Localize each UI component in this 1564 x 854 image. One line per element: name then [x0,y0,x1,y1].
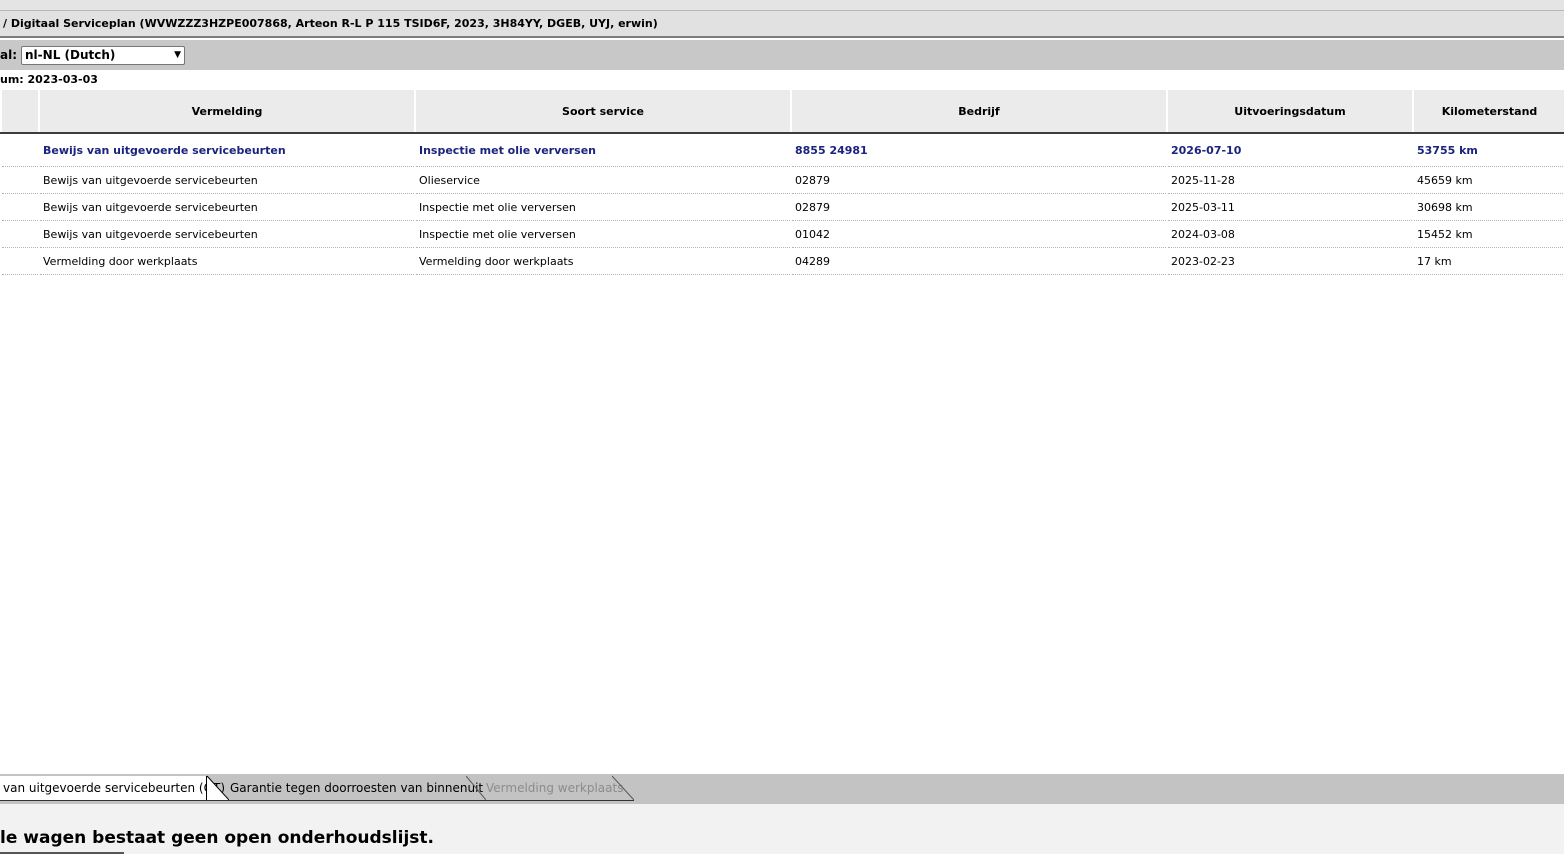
cell-soort-service: Vermelding door werkplaats [415,247,791,275]
cell-kilometerstand: 45659 km [1413,166,1564,194]
cell-bedrijf: 04289 [791,247,1167,275]
page-title: / Digitaal Serviceplan (WVWZZZ3HZPE00786… [0,11,1564,38]
cell-soort-service: Olieservice [415,166,791,194]
tab-garantie-doorroesten[interactable]: Garantie tegen doorroesten van binnenuit [227,776,483,800]
date-line: um: 2023-03-03 [0,73,98,86]
table-row[interactable]: Vermelding door werkplaats Vermelding do… [1,247,1564,275]
cell-vermelding: Bewijs van uitgevoerde servicebeurten [39,220,415,248]
column-header-vermelding[interactable]: Vermelding [38,90,415,134]
no-maintenance-list-message: le wagen bestaat geen open onderhoudslij… [0,828,434,848]
language-label: al: [0,48,18,62]
table-row[interactable]: Bewijs van uitgevoerde servicebeurten In… [1,193,1564,221]
cell-kilometerstand: 53755 km [1413,133,1564,167]
table-row[interactable]: Bewijs van uitgevoerde servicebeurten Ol… [1,166,1564,194]
cell-bedrijf: 02879 [791,166,1167,194]
tab-bar: van uitgevoerde servicebeurten (OT) Gara… [0,774,1564,805]
row-select-cell [1,133,39,167]
cell-bedrijf: 8855 24981 [791,133,1167,167]
tab-baseline [0,800,634,801]
language-select[interactable]: nl-NL (Dutch) ▼ [21,45,186,65]
cell-uitvoeringsdatum: 2026-07-10 [1167,133,1413,167]
tab-separator [207,775,229,800]
maintenance-panel: le wagen bestaat geen open onderhoudslij… [0,804,1564,854]
column-header-bedrijf[interactable]: Bedrijf [790,90,1167,134]
row-select-cell [1,247,39,275]
cell-kilometerstand: 15452 km [1413,220,1564,248]
tab-servicebeurten[interactable]: van uitgevoerde servicebeurten (OT) [0,776,225,800]
tab-vermelding-werkplaats[interactable]: Vermelding werkplaats [483,776,623,800]
cell-vermelding: Bewijs van uitgevoerde servicebeurten [39,133,415,167]
language-select-value: nl-NL (Dutch) [25,48,116,62]
column-header-uitvoeringsdatum[interactable]: Uitvoeringsdatum [1166,90,1413,134]
cell-soort-service: Inspectie met olie verversen [415,220,791,248]
row-select-cell [1,166,39,194]
service-table: Vermelding Soort service Bedrijf Uitvoer… [0,90,1564,275]
cell-kilometerstand: 17 km [1413,247,1564,275]
cell-uitvoeringsdatum: 2025-03-11 [1167,193,1413,221]
column-header-select [0,90,39,134]
row-select-cell [1,220,39,248]
cell-bedrijf: 01042 [791,220,1167,248]
cell-bedrijf: 02879 [791,193,1167,221]
chevron-down-icon: ▼ [174,50,182,60]
column-header-soort-service[interactable]: Soort service [414,90,791,134]
tab-separator [612,775,634,800]
table-row[interactable]: Bewijs van uitgevoerde servicebeurten In… [1,133,1564,167]
cell-uitvoeringsdatum: 2024-03-08 [1167,220,1413,248]
cell-kilometerstand: 30698 km [1413,193,1564,221]
row-select-cell [1,193,39,221]
column-header-kilometerstand[interactable]: Kilometerstand [1412,90,1564,134]
cell-vermelding: Bewijs van uitgevoerde servicebeurten [39,193,415,221]
table-header-row: Vermelding Soort service Bedrijf Uitvoer… [0,90,1564,134]
cell-soort-service: Inspectie met olie verversen [415,133,791,167]
cell-vermelding: Vermelding door werkplaats [39,247,415,275]
cell-vermelding: Bewijs van uitgevoerde servicebeurten [39,166,415,194]
cell-uitvoeringsdatum: 2025-11-28 [1167,166,1413,194]
cell-soort-service: Inspectie met olie verversen [415,193,791,221]
table-row[interactable]: Bewijs van uitgevoerde servicebeurten In… [1,220,1564,248]
top-strip [0,0,1564,11]
language-bar: al: nl-NL (Dutch) ▼ [0,40,1564,70]
cell-uitvoeringsdatum: 2023-02-23 [1167,247,1413,275]
